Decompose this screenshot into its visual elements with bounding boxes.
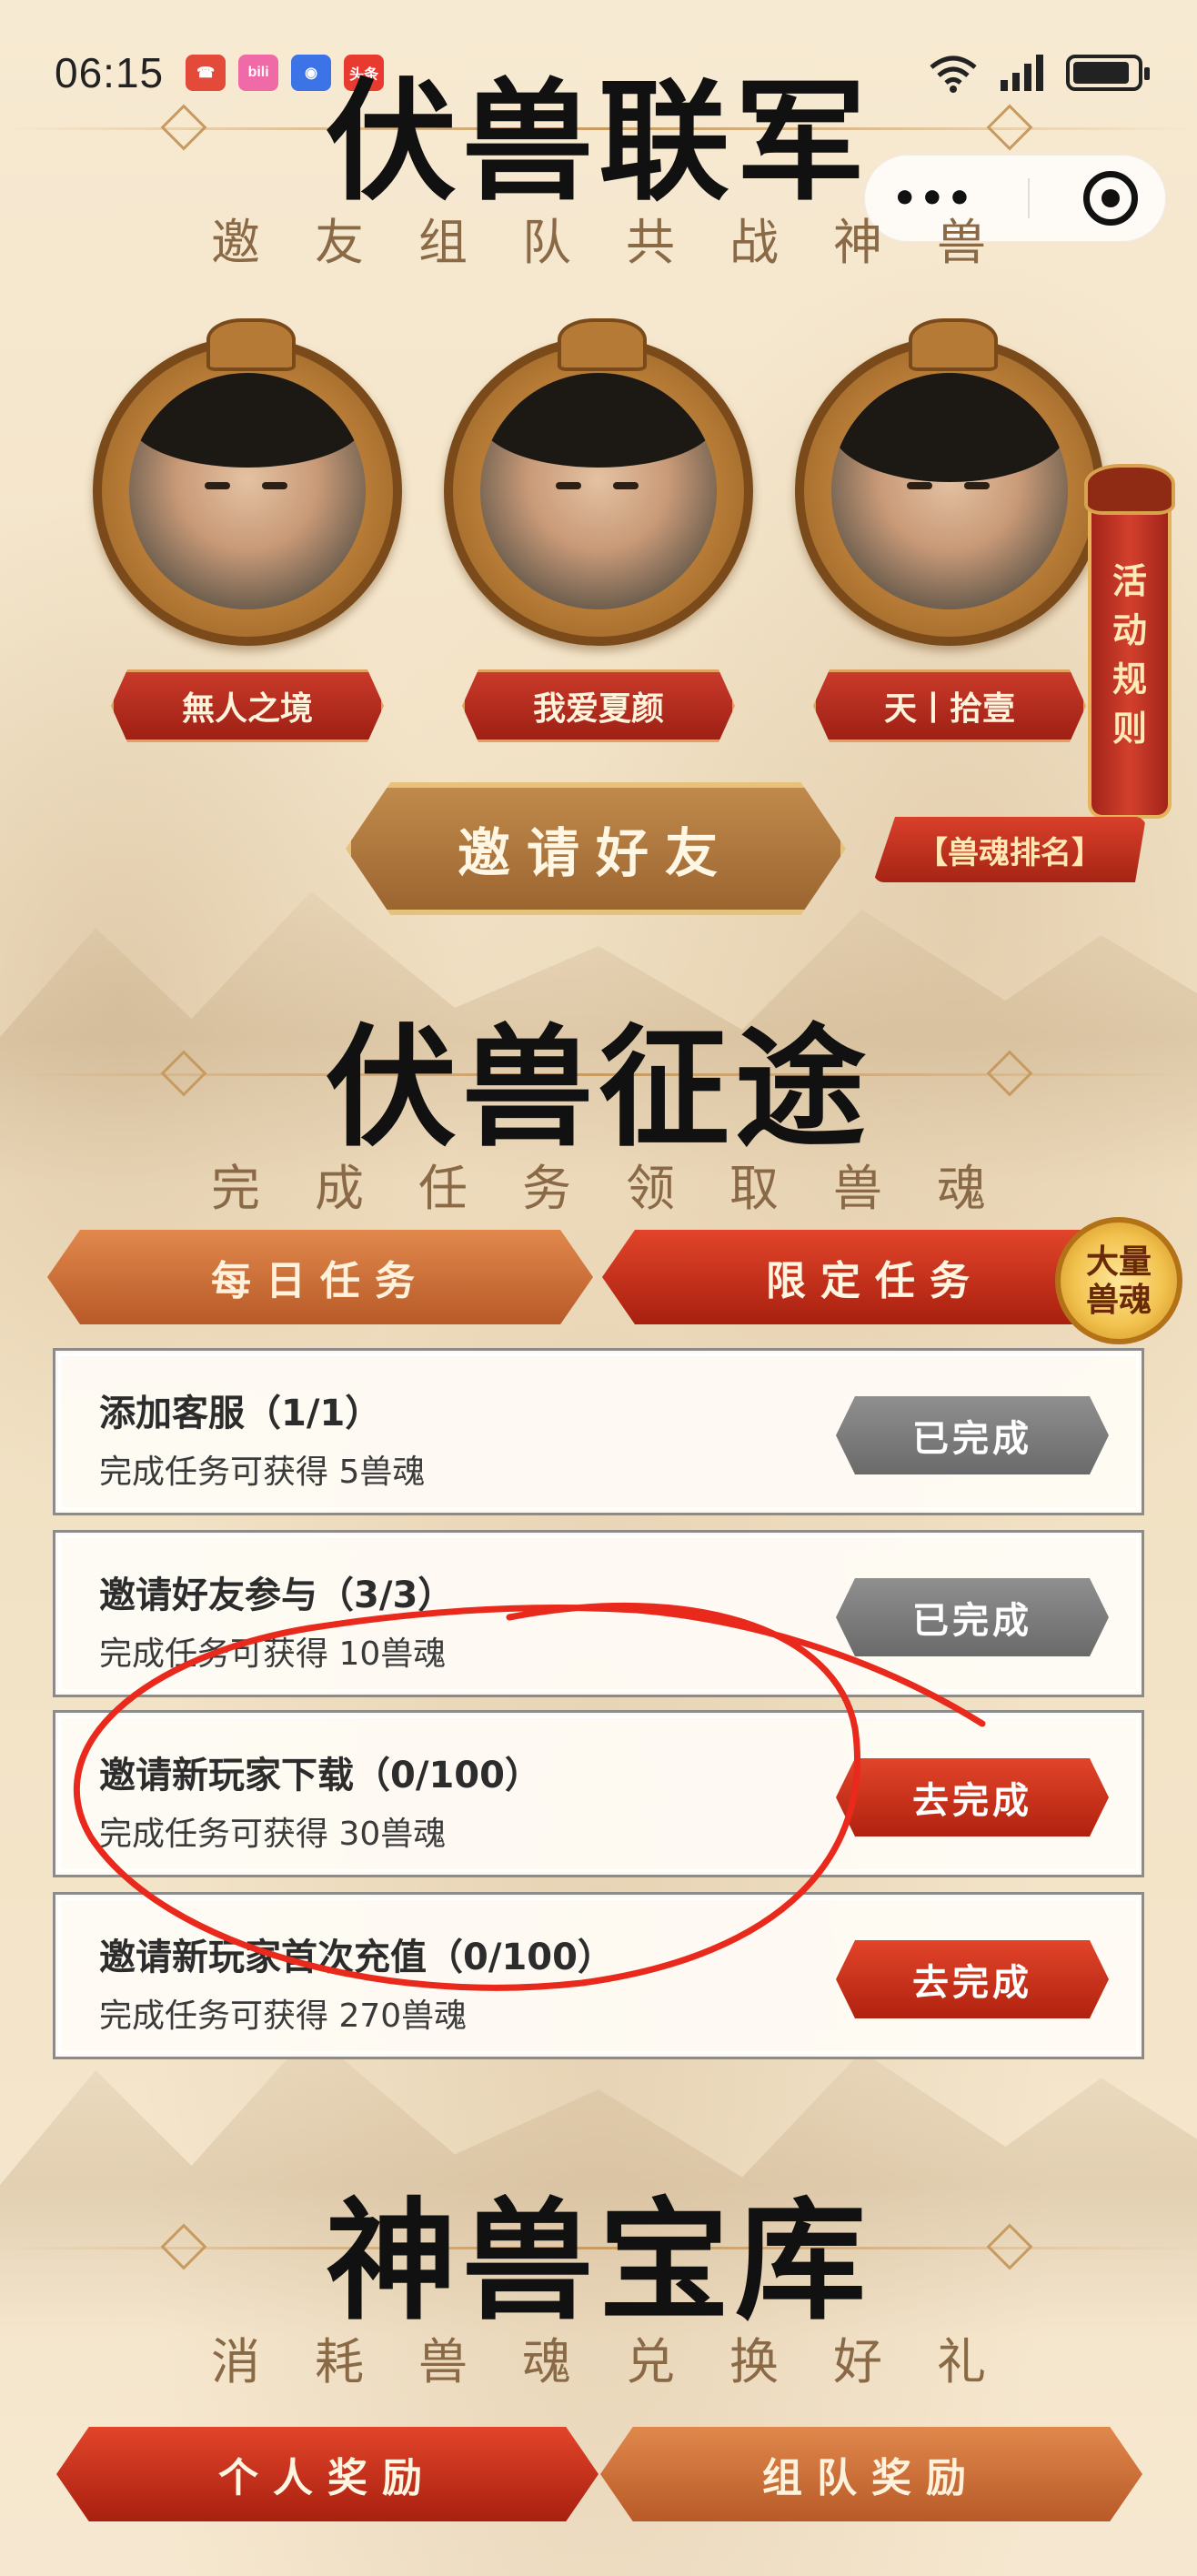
task-card: 邀请新玩家下载（0/100） 完成任务可获得 30兽魂 去完成 <box>53 1710 1144 1877</box>
section-subtitle-journey: 完成任务领取兽魂 <box>211 1160 1041 1217</box>
section-subtitle-treasury: 消耗兽魂兑换好礼 <box>211 2333 1041 2390</box>
avatar-image <box>831 373 1068 609</box>
tab-team-rewards[interactable]: 组队奖励 <box>600 2427 1142 2521</box>
badge-line: 大量 <box>1085 1243 1152 1281</box>
avatar <box>444 318 753 646</box>
rules-char: 活 <box>1112 561 1147 601</box>
team-member-name: 無人之境 <box>111 669 384 742</box>
section-title-journey: 伏兽征途 <box>325 1011 871 1164</box>
avatar <box>795 318 1104 646</box>
rules-char: 动 <box>1112 610 1147 650</box>
team-member[interactable]: 無人之境 <box>93 318 402 742</box>
rules-char: 规 <box>1112 659 1147 699</box>
task-go-button[interactable]: 去完成 <box>836 1758 1109 1836</box>
activity-rules-button[interactable]: 活 动 规 则 <box>1084 464 1175 819</box>
dragon-head-icon <box>1084 464 1175 515</box>
rules-char: 则 <box>1112 709 1147 749</box>
task-card: 添加客服（1/1） 完成任务可获得 5兽魂 已完成 <box>53 1348 1144 1515</box>
task-card: 邀请好友参与（3/3） 完成任务可获得 10兽魂 已完成 <box>53 1530 1144 1697</box>
bonus-souls-badge: 大量 兽魂 <box>1055 1217 1182 1344</box>
task-completed-button[interactable]: 已完成 <box>836 1396 1109 1474</box>
task-card: 邀请新玩家首次充值（0/100） 完成任务可获得 270兽魂 去完成 <box>53 1892 1144 2059</box>
section-title-treasury: 神兽宝库 <box>325 2184 871 2338</box>
team-member[interactable]: 我爱夏颜 <box>444 318 753 742</box>
tab-personal-rewards[interactable]: 个人奖励 <box>56 2427 598 2521</box>
soul-ranking-button[interactable]: 【兽魂排名】 <box>873 817 1146 882</box>
badge-line: 兽魂 <box>1085 1281 1152 1319</box>
team-member-name: 我爱夏颜 <box>462 669 735 742</box>
task-completed-button[interactable]: 已完成 <box>836 1578 1109 1656</box>
avatar <box>93 318 402 646</box>
invite-friends-button[interactable]: 邀请好友 <box>346 782 846 915</box>
avatar-image <box>480 373 717 609</box>
section-title-alliance: 伏兽联军 <box>325 65 871 218</box>
avatar-image <box>129 373 366 609</box>
team-member[interactable]: 天丨拾壹 <box>795 318 1104 742</box>
tab-daily-tasks[interactable]: 每日任务 <box>47 1230 593 1324</box>
team-member-name: 天丨拾壹 <box>813 669 1086 742</box>
task-go-button[interactable]: 去完成 <box>836 1940 1109 2018</box>
section-subtitle-alliance: 邀友组队共战神兽 <box>211 214 1041 271</box>
